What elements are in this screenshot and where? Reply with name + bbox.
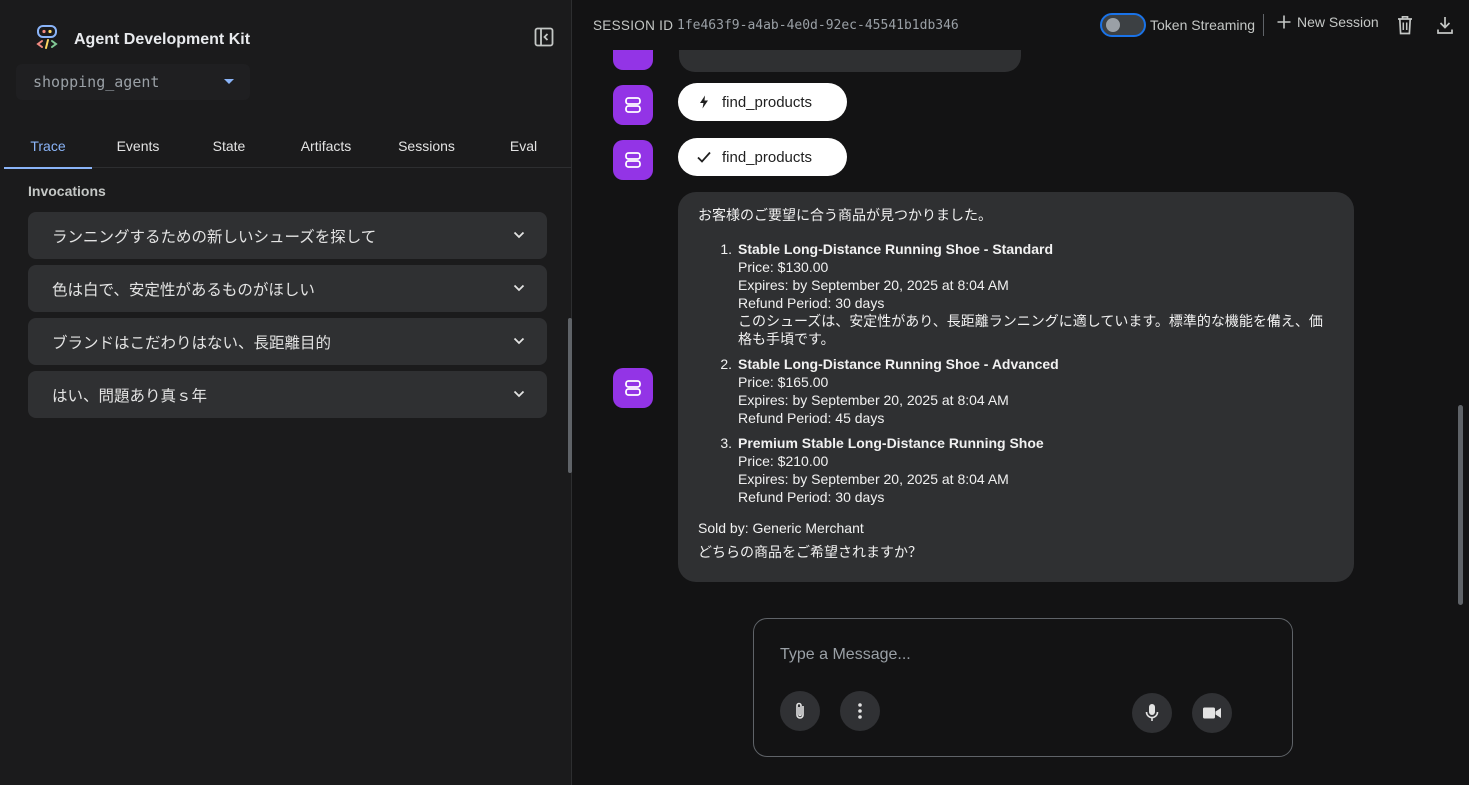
chevron-down-icon <box>513 390 525 398</box>
message-input[interactable] <box>780 643 1260 667</box>
tab-trace[interactable]: Trace <box>4 124 92 169</box>
top-bar: SESSION ID 1fe463f9-a4ab-4e0d-92ec-45541… <box>573 0 1469 52</box>
invocation-list: ランニングするための新しいシューズを探して 色は白で、安定性があるものがほしい … <box>28 212 547 424</box>
chevron-down-icon <box>513 337 525 345</box>
agent-avatar <box>613 50 653 70</box>
collapse-sidebar-button[interactable] <box>533 26 555 48</box>
product-description: このシューズは、安定性があり、長距離ランニングに適しています。標準的な機能を備え… <box>738 313 1323 347</box>
product-expires: Expires: by September 20, 2025 at 8:04 A… <box>738 471 1009 487</box>
token-streaming-label: Token Streaming <box>1150 17 1256 33</box>
product-expires: Expires: by September 20, 2025 at 8:04 A… <box>738 392 1009 408</box>
tab-sessions[interactable]: Sessions <box>378 124 475 168</box>
invocation-label: 色は白で、安定性があるものがほしい <box>52 281 315 299</box>
invocation-label: はい、問題あり真ｓ年 <box>52 387 208 405</box>
robot-icon <box>625 97 641 113</box>
message-intro: お客様のご要望に合う商品が見つかりました。 <box>698 207 992 223</box>
videocam-icon <box>1203 707 1221 719</box>
more-vert-icon <box>858 703 862 719</box>
product-name: Stable Long-Distance Running Shoe - Stan… <box>738 241 1054 257</box>
product-price: Price: $165.00 <box>738 374 829 390</box>
download-icon <box>1437 17 1453 34</box>
product-name: Premium Stable Long-Distance Running Sho… <box>738 435 1044 451</box>
product-refund: Refund Period: 30 days <box>738 489 885 505</box>
item-number: 2. <box>720 356 732 372</box>
invocation-label: ブランドはこだわりはない、長距離目的 <box>52 334 332 352</box>
message-composer <box>753 618 1293 757</box>
product-item: 3. Premium Stable Long-Distance Running … <box>698 434 1334 506</box>
sold-by: Sold by: Generic Merchant <box>698 520 864 536</box>
product-item: 1. Stable Long-Distance Running Shoe - S… <box>698 240 1334 348</box>
caret-down-icon <box>224 79 234 84</box>
check-icon <box>696 151 712 163</box>
agent-select[interactable]: shopping_agent <box>16 64 250 100</box>
item-number: 3. <box>720 435 732 451</box>
bolt-icon <box>696 95 712 109</box>
previous-message-bubble <box>679 50 1021 72</box>
function-response-chip[interactable]: find_products <box>678 138 847 176</box>
tab-state[interactable]: State <box>184 124 274 168</box>
invocation-item[interactable]: 色は白で、安定性があるものがほしい <box>28 265 547 312</box>
sidebar-scrollbar[interactable] <box>568 318 572 473</box>
product-refund: Refund Period: 45 days <box>738 410 885 426</box>
function-call-chip[interactable]: find_products <box>678 83 847 121</box>
more-options-button[interactable] <box>840 691 880 731</box>
robot-icon <box>625 380 641 396</box>
brand: Agent Development Kit <box>34 24 250 55</box>
sidebar: Agent Development Kit shopping_agent Tra… <box>0 0 572 785</box>
toggle-knob <box>1106 18 1120 32</box>
product-name: Stable Long-Distance Running Shoe - Adva… <box>738 356 1059 372</box>
product-expires: Expires: by September 20, 2025 at 8:04 A… <box>738 277 1009 293</box>
chat-panel: SESSION ID 1fe463f9-a4ab-4e0d-92ec-45541… <box>573 0 1469 785</box>
agent-avatar <box>613 85 653 125</box>
plus-icon <box>1277 15 1291 29</box>
trash-icon <box>1398 15 1412 35</box>
session-id-label: SESSION ID <box>593 18 674 33</box>
invocation-item[interactable]: ランニングするための新しいシューズを探して <box>28 212 547 259</box>
delete-session-button[interactable] <box>1395 14 1415 36</box>
tab-events[interactable]: Events <box>92 124 184 168</box>
new-session-label: New Session <box>1297 14 1379 30</box>
tab-eval[interactable]: Eval <box>475 124 572 168</box>
invocation-label: ランニングするための新しいシューズを探して <box>52 228 377 246</box>
new-session-button[interactable]: New Session <box>1276 14 1379 30</box>
divider <box>1263 14 1264 36</box>
invocation-item[interactable]: はい、問題あり真ｓ年 <box>28 371 547 418</box>
video-button[interactable] <box>1192 693 1232 733</box>
adk-logo-icon <box>34 24 60 55</box>
agent-select-value: shopping_agent <box>33 73 160 91</box>
product-price: Price: $130.00 <box>738 259 829 275</box>
item-number: 1. <box>720 241 732 257</box>
message-question: どちらの商品をご希望されますか？ <box>698 544 922 560</box>
paperclip-icon <box>796 702 804 719</box>
invocations-heading: Invocations <box>28 183 106 199</box>
agent-avatar <box>613 368 653 408</box>
tab-artifacts[interactable]: Artifacts <box>274 124 378 168</box>
scroll-thumb[interactable] <box>1458 405 1463 605</box>
microphone-button[interactable] <box>1132 693 1172 733</box>
function-response-name: find_products <box>722 148 813 166</box>
sidebar-tabs: Trace Events State Artifacts Sessions Ev… <box>4 124 572 169</box>
product-refund: Refund Period: 30 days <box>738 295 885 311</box>
chevron-down-icon <box>513 284 525 292</box>
robot-icon <box>625 152 641 168</box>
function-call-name: find_products <box>722 93 813 111</box>
agent-avatar <box>613 140 653 180</box>
app-title: Agent Development Kit <box>74 30 251 48</box>
chevron-down-icon <box>513 231 525 239</box>
sidebar-toggle-icon <box>534 27 554 47</box>
token-streaming-toggle[interactable] <box>1100 13 1146 37</box>
export-session-button[interactable] <box>1435 14 1455 36</box>
session-id-value: 1fe463f9-a4ab-4e0d-92ec-45541b1db346 <box>677 18 959 33</box>
invocation-item[interactable]: ブランドはこだわりはない、長距離目的 <box>28 318 547 365</box>
microphone-icon <box>1145 704 1159 721</box>
chat-scrollbar[interactable] <box>1458 60 1464 608</box>
agent-message-bubble: お客様のご要望に合う商品が見つかりました。 1. Stable Long-Dis… <box>678 192 1354 582</box>
product-list: 1. Stable Long-Distance Running Shoe - S… <box>698 240 1334 506</box>
product-price: Price: $210.00 <box>738 453 829 469</box>
product-item: 2. Stable Long-Distance Running Shoe - A… <box>698 355 1334 427</box>
attach-button[interactable] <box>780 691 820 731</box>
